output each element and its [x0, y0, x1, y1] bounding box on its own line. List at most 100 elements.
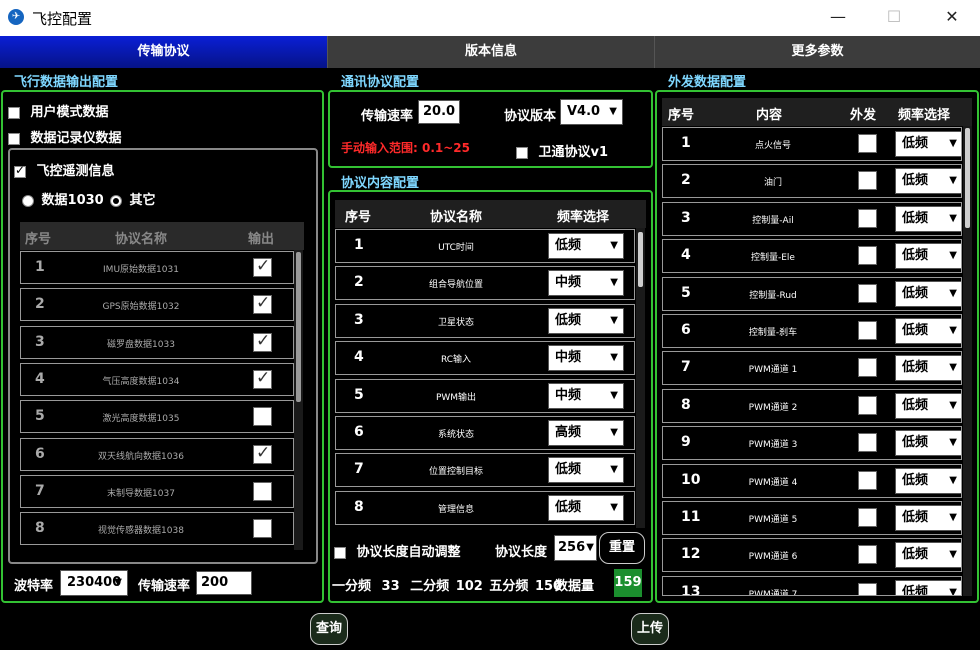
frequency-dropdown[interactable]: 低频 ▼ [895, 579, 961, 595]
table-row[interactable]: 5 控制量-Rud 低频 ▼ [662, 276, 962, 311]
recorder-checkbox[interactable]: 数据记录仪数据 [8, 127, 122, 146]
table-row[interactable]: 10 PWM通道 4 低频 ▼ [662, 463, 962, 498]
output-checkbox-icon[interactable] [253, 481, 272, 501]
table-row[interactable]: 2 组合导航位置 中频 ▼ [335, 266, 635, 301]
table-row[interactable]: 6 系统状态 高频 ▼ [335, 416, 635, 450]
row-content-name: PWM通道 5 [748, 515, 798, 525]
table-row[interactable]: 5 PWM输出 中频 ▼ [335, 378, 635, 413]
table-row[interactable]: 8 管理信息 低频 ▼ [335, 490, 635, 525]
frequency-dropdown[interactable]: 中频 ▼ [548, 382, 624, 409]
frequency-dropdown[interactable]: 低频 ▼ [895, 542, 961, 569]
send-checkbox-icon[interactable] [858, 171, 877, 191]
minimize-icon[interactable]: — [826, 6, 850, 28]
table-row[interactable]: 4 控制量-Ele 低频 ▼ [662, 239, 962, 274]
output-checkbox-checked-icon[interactable] [253, 256, 272, 277]
table-row[interactable]: 6 控制量-刹车 低频 ▼ [662, 314, 962, 348]
table-row[interactable]: 7 末制导数据1037 [20, 474, 294, 508]
table-row[interactable]: 7 PWM通道 1 低频 ▼ [662, 351, 962, 386]
send-checkbox-icon[interactable] [858, 208, 877, 228]
left-rate-input[interactable]: 200 [196, 571, 252, 595]
tab-more-params[interactable]: 更多参数 [654, 36, 980, 68]
length-dropdown[interactable]: 256 ▼ [554, 535, 597, 561]
table-row[interactable]: 12 PWM通道 6 低频 ▼ [662, 538, 962, 573]
send-checkbox-icon[interactable] [858, 508, 877, 527]
maximize-icon[interactable]: ☐ [882, 6, 906, 28]
frequency-dropdown[interactable]: 低频 ▼ [895, 467, 961, 494]
send-checkbox-icon[interactable] [858, 358, 877, 378]
mid-table-scroll-thumb[interactable] [638, 232, 643, 287]
table-row[interactable]: 3 控制量-Ail 低频 ▼ [662, 201, 962, 236]
frequency-dropdown[interactable]: 中频 ▼ [548, 270, 624, 297]
left-table-scroll-thumb[interactable] [296, 252, 301, 402]
send-checkbox-icon[interactable] [858, 321, 877, 340]
table-row[interactable]: 1 UTC时间 低频 ▼ [335, 229, 635, 263]
output-checkbox-checked-icon[interactable] [253, 293, 272, 315]
tab-version-info[interactable]: 版本信息 [327, 36, 654, 68]
table-row[interactable]: 3 卫星状态 低频 ▼ [335, 303, 635, 338]
frequency-value: 低频 [902, 360, 929, 376]
mid-rate-input[interactable]: 20.0 [418, 100, 460, 124]
frequency-dropdown[interactable]: 低频 ▼ [895, 131, 961, 157]
table-row[interactable]: 3 磁罗盘数据1033 [20, 325, 294, 359]
radio-other[interactable]: 其它 [110, 189, 156, 208]
table-row[interactable]: 8 视觉传感器数据1038 [20, 512, 294, 546]
table-row[interactable]: 2 GPS原始数据1032 [20, 288, 294, 322]
table-row[interactable]: 4 气压高度数据1034 [20, 362, 294, 396]
table-row[interactable]: 2 油门 低频 ▼ [662, 164, 962, 199]
reset-button[interactable]: 重置 [599, 532, 645, 564]
frequency-dropdown[interactable]: 低频 ▼ [548, 494, 624, 521]
frequency-dropdown[interactable]: 低频 ▼ [895, 243, 961, 270]
output-checkbox-icon[interactable] [253, 519, 272, 539]
send-checkbox-icon[interactable] [858, 134, 877, 153]
frequency-dropdown[interactable]: 低频 ▼ [895, 355, 961, 382]
version-dropdown[interactable]: V4.0 ▼ [560, 99, 623, 125]
table-row[interactable]: 1 IMU原始数据1031 [20, 251, 294, 284]
output-checkbox-checked-icon[interactable] [253, 331, 272, 352]
table-row[interactable]: 13 PWM通道 7 低频 ▼ [662, 575, 962, 596]
send-checkbox-icon[interactable] [858, 246, 877, 266]
frequency-dropdown[interactable]: 低频 ▼ [895, 392, 961, 419]
table-row[interactable]: 5 激光高度数据1035 [20, 400, 294, 434]
send-checkbox-icon[interactable] [858, 283, 877, 303]
table-row[interactable]: 8 PWM通道 2 低频 ▼ [662, 388, 962, 423]
table-row[interactable]: 11 PWM通道 5 低频 ▼ [662, 501, 962, 535]
send-checkbox-icon[interactable] [858, 545, 877, 565]
send-checkbox-icon[interactable] [858, 395, 877, 415]
table-row[interactable]: 1 点火信号 低频 ▼ [662, 127, 962, 161]
chevron-down-icon: ▼ [949, 549, 957, 561]
frequency-dropdown[interactable]: 低频 ▼ [895, 168, 961, 195]
frequency-dropdown[interactable]: 低频 ▼ [548, 233, 624, 259]
close-icon[interactable]: ✕ [940, 6, 964, 28]
row-number: 2 [681, 172, 691, 189]
radio-1030[interactable]: 数据1030 [22, 189, 104, 208]
send-checkbox-icon[interactable] [858, 433, 877, 453]
frequency-dropdown[interactable]: 低频 ▼ [895, 205, 961, 232]
frequency-dropdown[interactable]: 低频 ▼ [895, 280, 961, 307]
frequency-dropdown[interactable]: 低频 ▼ [548, 307, 624, 334]
output-checkbox-icon[interactable] [253, 407, 272, 427]
send-checkbox-icon[interactable] [858, 582, 877, 595]
output-checkbox-checked-icon[interactable] [253, 443, 272, 464]
auto-length-checkbox[interactable]: 协议长度自动调整 [334, 541, 461, 560]
frequency-dropdown[interactable]: 低频 ▼ [895, 318, 961, 344]
baud-dropdown[interactable]: 230400 ▼ [60, 570, 128, 596]
frequency-dropdown[interactable]: 中频 ▼ [548, 345, 624, 372]
user-mode-checkbox[interactable]: 用户模式数据 [8, 101, 109, 120]
table-row[interactable]: 7 位置控制目标 低频 ▼ [335, 453, 635, 488]
upload-button[interactable]: 上传 [631, 613, 669, 645]
telemetry-checkbox[interactable]: 飞控遥测信息 [14, 160, 115, 179]
send-checkbox-icon[interactable] [858, 470, 877, 490]
query-button[interactable]: 查询 [310, 613, 348, 645]
frequency-dropdown[interactable]: 低频 ▼ [895, 430, 961, 457]
table-row[interactable]: 6 双天线航向数据1036 [20, 437, 294, 471]
frequency-dropdown[interactable]: 低频 ▼ [895, 505, 961, 531]
chevron-down-icon: ▼ [949, 362, 957, 374]
right-table-scroll-thumb[interactable] [965, 128, 970, 228]
frequency-dropdown[interactable]: 高频 ▼ [548, 420, 624, 446]
tab-transport-protocol[interactable]: 传输协议 [0, 36, 327, 68]
satcom-checkbox[interactable]: 卫通协议v1 [516, 141, 608, 160]
table-row[interactable]: 9 PWM通道 3 低频 ▼ [662, 426, 962, 461]
output-checkbox-checked-icon[interactable] [253, 368, 272, 389]
frequency-dropdown[interactable]: 低频 ▼ [548, 457, 624, 484]
table-row[interactable]: 4 RC输入 中频 ▼ [335, 341, 635, 376]
